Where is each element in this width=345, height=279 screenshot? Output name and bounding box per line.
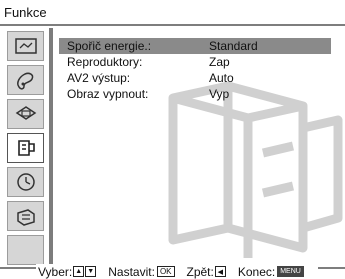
screen-icon — [15, 106, 36, 120]
exit-hint-label: Konec: — [237, 264, 276, 279]
sidebar-item-screen[interactable] — [7, 99, 44, 129]
up-arrow-icon: ▲ — [73, 266, 85, 277]
menu-title: Funkce — [4, 5, 47, 20]
title-divider — [0, 24, 345, 26]
category-sidebar — [3, 28, 50, 265]
menu-row-label: Obraz vypnout: — [67, 87, 149, 101]
back-hint: Zpět: ◀ — [187, 265, 226, 279]
timer-icon — [16, 173, 35, 191]
down-arrow-icon: ▼ — [85, 266, 97, 277]
menu-row-value: Auto — [209, 71, 234, 85]
menu-row-value: Zap — [209, 55, 230, 69]
sound-icon — [16, 72, 33, 90]
ok-key-icon: OK — [156, 266, 175, 277]
menu-row-picture-off[interactable]: Obraz vypnout: Vyp — [59, 86, 331, 102]
menu-row-value: Standard — [209, 39, 258, 53]
menu-row-label: Reproduktory: — [67, 55, 143, 69]
sidebar-empty-slot — [7, 235, 44, 265]
setup-icon — [16, 209, 35, 226]
features-icon — [17, 140, 35, 156]
sidebar-item-features[interactable] — [7, 133, 44, 163]
menu-row-label: Spořič energie.: — [67, 39, 152, 53]
sidebar-item-timer[interactable] — [7, 167, 44, 197]
menu-row-av2-output[interactable]: AV2 výstup: Auto — [59, 70, 331, 86]
select-hint-label: Vyber: — [38, 264, 73, 279]
select-hint: Vyber: ▲ ▼ — [38, 264, 97, 279]
menu-row-speakers[interactable]: Reproduktory: Zap — [59, 54, 331, 70]
sidebar-item-sound[interactable] — [7, 65, 44, 95]
back-hint-label: Zpět: — [186, 264, 214, 279]
set-hint-label: Nastavit: — [108, 264, 155, 279]
menu-key-icon: MENU — [277, 266, 304, 277]
left-arrow-icon: ◀ — [214, 266, 226, 277]
set-hint: Nastavit: OK — [108, 264, 175, 279]
picture-icon — [14, 38, 37, 54]
menu-row-power-saving[interactable]: Spořič energie.: Standard — [59, 38, 331, 54]
tv-menu-screen: Funkce Spořič energie.: Standard Reprodu… — [0, 0, 345, 279]
sidebar-item-setup[interactable] — [7, 201, 44, 231]
menu-row-label: AV2 výstup: — [67, 71, 131, 85]
exit-hint: Konec: MENU — [238, 265, 304, 279]
footer-hints: Vyber: ▲ ▼ Nastavit: OK Zpět: ◀ Konec: M… — [36, 264, 318, 279]
menu-content: Spořič energie.: Standard Reproduktory: … — [53, 28, 343, 268]
menu-row-value: Vyp — [209, 87, 230, 101]
sidebar-item-picture[interactable] — [7, 31, 44, 61]
